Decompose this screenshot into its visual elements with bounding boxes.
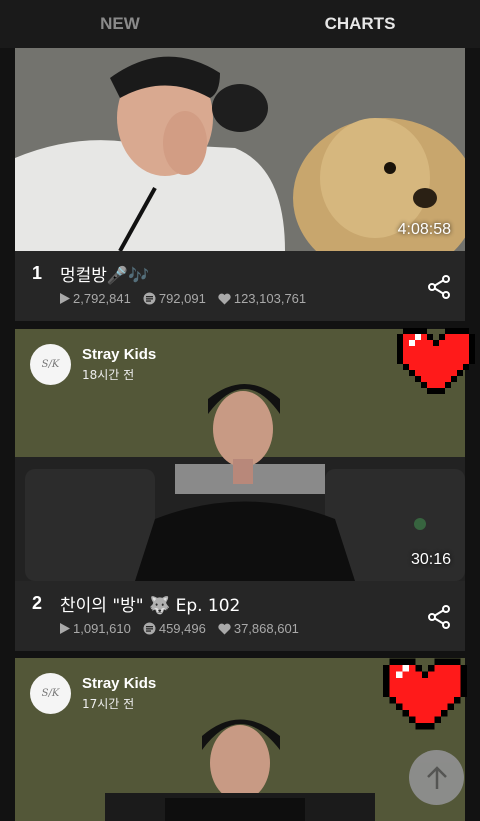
channel-header[interactable]: S/K Stray Kids 18시간 전 (30, 344, 156, 385)
arrow-up-icon (426, 765, 447, 789)
tab-bar: NEW CHARTS (0, 0, 480, 48)
chart-rank: 1 (32, 263, 43, 283)
video-stats: 1,091,610 459,496 37,868,601 (60, 621, 311, 636)
tab-charts[interactable]: CHARTS (240, 0, 480, 48)
channel-name[interactable]: Stray Kids (82, 675, 156, 692)
play-count-icon (60, 293, 70, 304)
view-count: 1,091,610 (73, 621, 131, 636)
video-stats: 2,792,841 792,091 123,103,761 (60, 291, 318, 306)
channel-name[interactable]: Stray Kids (82, 346, 156, 363)
like-count: 37,868,601 (233, 621, 299, 636)
view-count: 2,792,841 (73, 291, 131, 306)
pixel-heart-icon (383, 658, 467, 730)
upload-time: 18시간 전 (82, 368, 135, 382)
chart-rank: 2 (32, 593, 43, 613)
video-info: 1 멍컬방🎤🎶 2,792,841 792,091 123,103,761 (15, 251, 465, 321)
video-duration: 30:16 (410, 551, 451, 568)
like-count: 123,103,761 (233, 291, 307, 306)
share-icon[interactable] (427, 605, 451, 629)
channel-header[interactable]: S/K Stray Kids 17시간 전 (30, 673, 156, 714)
like-heart-icon (218, 293, 231, 304)
video-duration: 4:08:58 (397, 221, 451, 238)
video-card-1[interactable]: 4:08:58 1 멍컬방🎤🎶 2,792,841 792,091 123,10… (15, 48, 465, 321)
upload-time: 17시간 전 (82, 697, 135, 711)
video-title[interactable]: 멍컬방🎤🎶 (60, 261, 149, 286)
channel-avatar[interactable]: S/K (30, 344, 71, 385)
channel-logo-icon: S/K (41, 688, 60, 699)
like-heart-icon (218, 623, 231, 634)
share-icon[interactable] (427, 275, 451, 299)
comment-count: 792,091 (158, 291, 206, 306)
comment-icon (143, 622, 156, 635)
tab-new[interactable]: NEW (0, 0, 240, 48)
comment-count: 459,496 (158, 621, 206, 636)
video-info: 2 찬이의 "방" 🐺 Ep. 102 1,091,610 459,496 37… (15, 581, 465, 651)
channel-logo-icon: S/K (41, 359, 60, 370)
comment-icon (143, 292, 156, 305)
video-thumbnail[interactable]: 4:08:58 (15, 48, 465, 251)
channel-avatar[interactable]: S/K (30, 673, 71, 714)
video-title[interactable]: 찬이의 "방" 🐺 Ep. 102 (60, 591, 240, 616)
pixel-heart-icon (397, 328, 475, 394)
scroll-to-top-button[interactable] (409, 750, 464, 805)
play-count-icon (60, 623, 70, 634)
